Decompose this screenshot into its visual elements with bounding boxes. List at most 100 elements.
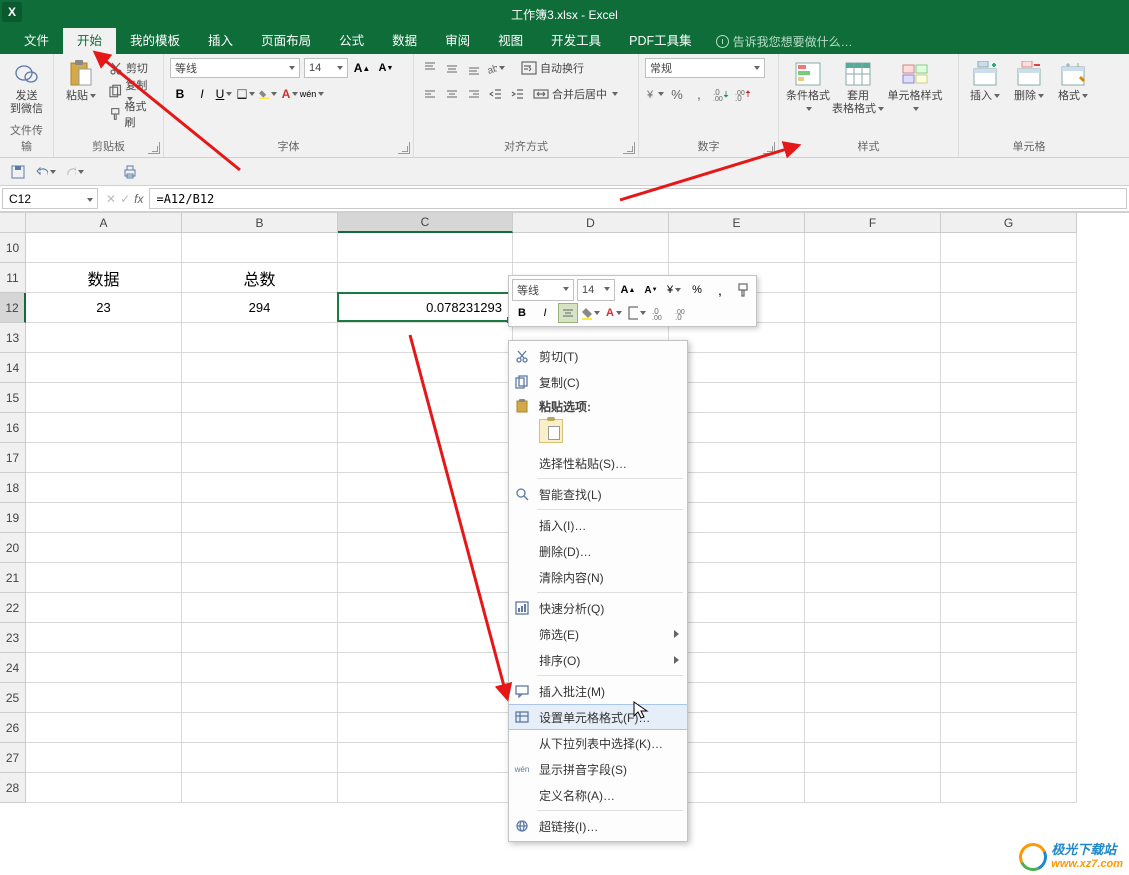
cell-E23[interactable] [669, 623, 805, 653]
mini-italic-icon[interactable]: I [535, 303, 555, 323]
cell-C20[interactable] [338, 533, 513, 563]
cell-A10[interactable] [26, 233, 182, 263]
row-header-19[interactable]: 19 [0, 503, 26, 533]
cell-E13[interactable] [669, 323, 805, 353]
align-launcher[interactable] [623, 142, 635, 154]
row-header-18[interactable]: 18 [0, 473, 26, 503]
cell-B12[interactable]: 294 [182, 293, 338, 323]
ctx-format-cells[interactable]: 设置单元格格式(F)… [509, 704, 687, 730]
cell-G13[interactable] [941, 323, 1077, 353]
cell-C13[interactable] [338, 323, 513, 353]
cell-F11[interactable] [805, 263, 941, 293]
row-header-11[interactable]: 11 [0, 263, 26, 293]
cell-E17[interactable] [669, 443, 805, 473]
formula-input[interactable]: =A12/B12 [149, 188, 1127, 209]
row-header-10[interactable]: 10 [0, 233, 26, 263]
align-right-icon[interactable] [464, 84, 484, 104]
cell-A23[interactable] [26, 623, 182, 653]
row-header-15[interactable]: 15 [0, 383, 26, 413]
clipboard-launcher[interactable] [148, 142, 160, 154]
name-box[interactable]: C12 [2, 188, 98, 209]
tab-layout[interactable]: 页面布局 [247, 25, 325, 54]
cell-E28[interactable] [669, 773, 805, 803]
cell-E20[interactable] [669, 533, 805, 563]
cell-G26[interactable] [941, 713, 1077, 743]
cell-C26[interactable] [338, 713, 513, 743]
ctx-clear[interactable]: 清除内容(N) [509, 564, 687, 590]
format-as-table-button[interactable]: 套用 表格格式 [835, 58, 881, 116]
paste-button[interactable]: 粘贴 [60, 58, 102, 103]
bold-button[interactable]: B [170, 84, 190, 104]
tab-insert[interactable]: 插入 [194, 25, 247, 54]
cell-A25[interactable] [26, 683, 182, 713]
cell-A20[interactable] [26, 533, 182, 563]
fill-color-button[interactable] [258, 84, 278, 104]
cell-F16[interactable] [805, 413, 941, 443]
mini-comma-icon[interactable]: , [710, 280, 730, 300]
cell-C25[interactable] [338, 683, 513, 713]
cell-F15[interactable] [805, 383, 941, 413]
cell-E19[interactable] [669, 503, 805, 533]
cell-G27[interactable] [941, 743, 1077, 773]
cell-C14[interactable] [338, 353, 513, 383]
cancel-formula-icon[interactable]: ✕ [106, 192, 116, 206]
cell-B25[interactable] [182, 683, 338, 713]
mini-border-icon[interactable] [627, 303, 647, 323]
cell-C10[interactable] [338, 233, 513, 263]
ctx-define-name[interactable]: 定义名称(A)… [509, 782, 687, 808]
ctx-hyperlink[interactable]: 超链接(I)… [509, 813, 687, 839]
cell-A15[interactable] [26, 383, 182, 413]
mini-accounting-icon[interactable]: ¥ [664, 280, 684, 300]
cell-E22[interactable] [669, 593, 805, 623]
cell-C21[interactable] [338, 563, 513, 593]
cell-B16[interactable] [182, 413, 338, 443]
row-header-14[interactable]: 14 [0, 353, 26, 383]
cell-A28[interactable] [26, 773, 182, 803]
cut-button[interactable]: 剪切 [106, 58, 157, 78]
cell-F28[interactable] [805, 773, 941, 803]
select-all-corner[interactable] [0, 213, 26, 233]
ctx-filter[interactable]: 筛选(E) [509, 621, 687, 647]
cell-B13[interactable] [182, 323, 338, 353]
format-cells-button[interactable]: 格式 [1053, 58, 1093, 103]
tab-formulas[interactable]: 公式 [325, 25, 378, 54]
number-launcher[interactable] [763, 142, 775, 154]
mini-inc-decimal-icon[interactable]: .0.00 [650, 303, 670, 323]
cell-G15[interactable] [941, 383, 1077, 413]
decrease-indent-icon[interactable] [486, 84, 506, 104]
cell-G11[interactable] [941, 263, 1077, 293]
cell-B21[interactable] [182, 563, 338, 593]
cell-C22[interactable] [338, 593, 513, 623]
tab-view[interactable]: 视图 [484, 25, 537, 54]
ctx-copy[interactable]: 复制(C) [509, 369, 687, 395]
cell-A17[interactable] [26, 443, 182, 473]
cell-F19[interactable] [805, 503, 941, 533]
send-to-wechat-button[interactable]: 发送到微信 [6, 58, 47, 116]
pinyin-button[interactable]: wén [302, 84, 322, 104]
cell-F12[interactable] [805, 293, 941, 323]
cell-A18[interactable] [26, 473, 182, 503]
cell-B27[interactable] [182, 743, 338, 773]
cell-F26[interactable] [805, 713, 941, 743]
cell-E14[interactable] [669, 353, 805, 383]
font-size-combo[interactable]: 14 [304, 58, 348, 78]
cell-E27[interactable] [669, 743, 805, 773]
accept-formula-icon[interactable]: ✓ [120, 192, 130, 206]
cell-C24[interactable] [338, 653, 513, 683]
ctx-paste-special[interactable]: 选择性粘贴(S)… [509, 450, 687, 476]
cell-E25[interactable] [669, 683, 805, 713]
cell-G20[interactable] [941, 533, 1077, 563]
cell-G17[interactable] [941, 443, 1077, 473]
font-launcher[interactable] [398, 142, 410, 154]
cell-E24[interactable] [669, 653, 805, 683]
cell-A21[interactable] [26, 563, 182, 593]
ctx-dropdown-list[interactable]: 从下拉列表中选择(K)… [509, 730, 687, 756]
row-header-24[interactable]: 24 [0, 653, 26, 683]
tab-data[interactable]: 数据 [378, 25, 431, 54]
cell-B11[interactable]: 总数 [182, 263, 338, 293]
cell-F22[interactable] [805, 593, 941, 623]
cell-C19[interactable] [338, 503, 513, 533]
cell-A13[interactable] [26, 323, 182, 353]
align-middle-icon[interactable] [442, 58, 462, 78]
mini-painter-icon[interactable] [733, 280, 753, 300]
